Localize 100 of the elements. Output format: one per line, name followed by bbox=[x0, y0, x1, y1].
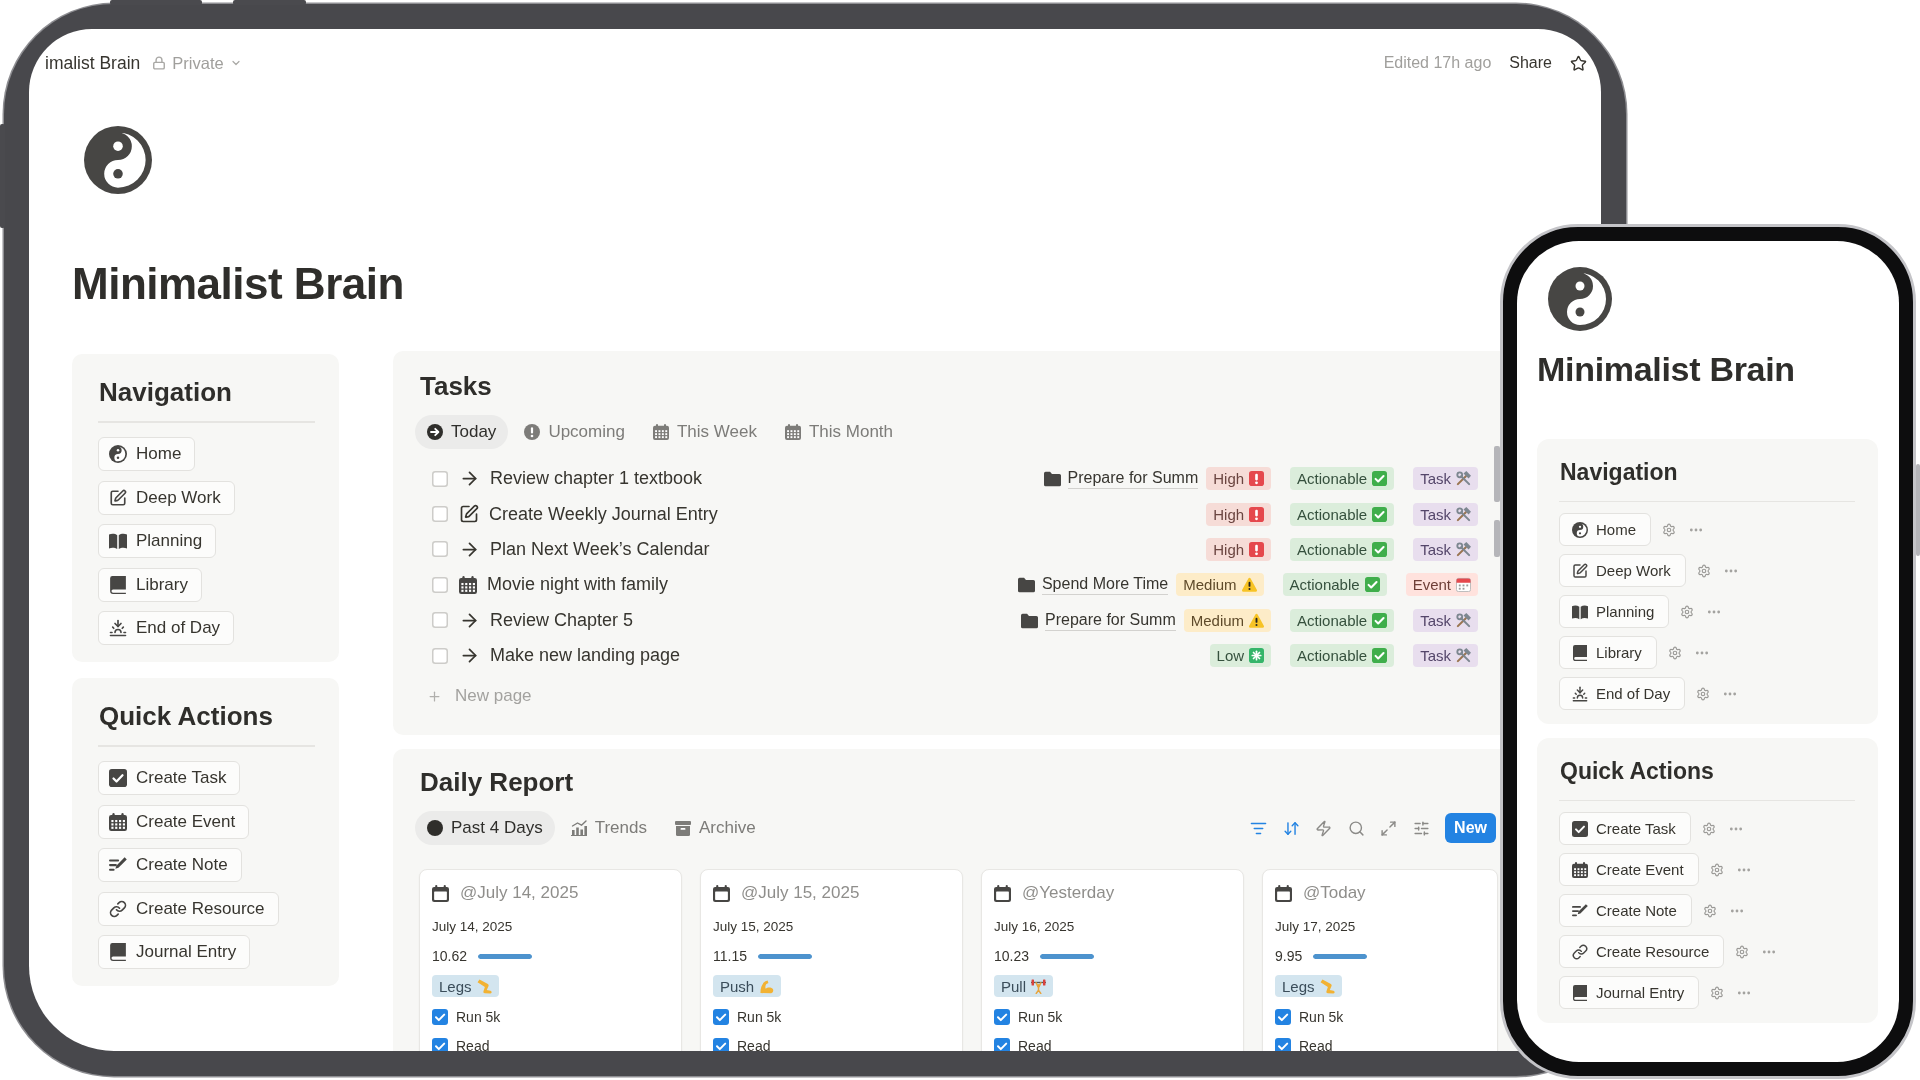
sort-icon[interactable] bbox=[1282, 819, 1300, 837]
checklist-label: Run 5k bbox=[1299, 1008, 1344, 1025]
lightning-icon[interactable] bbox=[1315, 819, 1333, 837]
task-title[interactable]: Plan Next Week’s Calendar bbox=[490, 538, 710, 560]
page-title: Minimalist Brain bbox=[1537, 349, 1795, 389]
settings-icon[interactable] bbox=[1696, 563, 1711, 578]
view-tab[interactable]: This Month bbox=[772, 415, 905, 449]
weightlifter-icon bbox=[1031, 978, 1046, 994]
shortcut-button[interactable]: Create Task bbox=[98, 761, 241, 795]
settings-icon[interactable] bbox=[1710, 985, 1725, 1000]
sliders-icon[interactable] bbox=[1412, 819, 1430, 837]
checkbox[interactable] bbox=[432, 576, 448, 593]
flexed-arm-icon bbox=[759, 978, 775, 994]
report-card[interactable]: @Yesterday July 16, 2025 10.23 Pull Run 5k Read bbox=[981, 869, 1244, 1051]
checkbox[interactable] bbox=[994, 1038, 1010, 1051]
tag-label: Legs bbox=[439, 977, 472, 995]
view-tab[interactable]: Today bbox=[415, 415, 509, 449]
checkbox[interactable] bbox=[432, 470, 448, 487]
settings-icon[interactable] bbox=[1701, 821, 1716, 836]
expand-icon[interactable] bbox=[1380, 819, 1398, 837]
checkbox[interactable] bbox=[432, 612, 448, 629]
alert-square-icon bbox=[1249, 471, 1265, 487]
open-book-icon bbox=[109, 532, 127, 550]
tag-label: Medium bbox=[1183, 576, 1237, 594]
settings-icon[interactable] bbox=[1696, 686, 1711, 701]
checkbox[interactable] bbox=[432, 1038, 448, 1051]
view-tab[interactable]: Upcoming bbox=[512, 415, 637, 449]
shortcut-button[interactable]: Journal Entry bbox=[1559, 976, 1700, 1009]
shortcut-button[interactable]: Home bbox=[1559, 513, 1651, 546]
checkbox[interactable] bbox=[432, 541, 448, 558]
new-button[interactable]: New bbox=[1445, 813, 1496, 844]
value-text: 11.15 bbox=[713, 948, 747, 965]
report-card[interactable]: @July 15, 2025 July 15, 2025 11.15 Push Run 5k Read bbox=[700, 869, 963, 1051]
settings-icon[interactable] bbox=[1680, 604, 1695, 619]
task-title[interactable]: Make new landing page bbox=[490, 645, 681, 667]
checkbox[interactable] bbox=[432, 647, 448, 664]
shortcut-button[interactable]: Home bbox=[98, 437, 196, 471]
checkbox[interactable] bbox=[432, 1008, 448, 1025]
checkbox[interactable] bbox=[1275, 1008, 1291, 1025]
shortcut-button[interactable]: Deep Work bbox=[1559, 554, 1686, 587]
checkbox[interactable] bbox=[1275, 1038, 1291, 1051]
shortcut-button[interactable]: Library bbox=[98, 567, 202, 602]
calendar-icon bbox=[784, 424, 801, 440]
tag-label: Task bbox=[1420, 540, 1451, 558]
project-link[interactable]: Prepare for Summ bbox=[1067, 468, 1199, 490]
card-title: @July 14, 2025 bbox=[460, 883, 579, 904]
task-title[interactable]: Review chapter 1 textbook bbox=[490, 468, 703, 490]
link-icon bbox=[1572, 943, 1588, 960]
edited-timestamp: Edited 17h ago bbox=[1383, 54, 1492, 72]
shortcut-button[interactable]: Planning bbox=[1559, 595, 1670, 628]
view-tab[interactable]: Past 4 Days bbox=[415, 811, 555, 846]
view-tab[interactable]: This Week bbox=[640, 415, 769, 449]
checkbox[interactable] bbox=[713, 1008, 729, 1025]
date-text: July 15, 2025 bbox=[713, 918, 794, 937]
view-tab[interactable]: Trends bbox=[558, 811, 659, 846]
share-button[interactable]: Share bbox=[1509, 54, 1552, 72]
shortcut-button[interactable]: Create Note bbox=[98, 848, 242, 882]
project-link[interactable]: Spend More Time bbox=[1041, 574, 1169, 596]
warning-icon bbox=[1249, 612, 1265, 628]
yin-yang-icon bbox=[1572, 521, 1588, 538]
project-link[interactable]: Prepare for Summ bbox=[1045, 609, 1176, 631]
check-square-icon bbox=[1372, 506, 1388, 522]
card-heading: Navigation bbox=[1559, 458, 1678, 487]
shortcut-button[interactable]: Journal Entry bbox=[98, 935, 251, 969]
shortcut-button[interactable]: Create Resource bbox=[1559, 935, 1725, 968]
shortcut-button[interactable]: End of Day bbox=[98, 611, 235, 645]
shortcut-button[interactable]: Create Event bbox=[98, 804, 250, 839]
checkbox[interactable] bbox=[432, 506, 448, 523]
settings-icon[interactable] bbox=[1709, 862, 1724, 877]
settings-icon[interactable] bbox=[1735, 944, 1750, 959]
shortcut-button[interactable]: Create Note bbox=[1559, 894, 1692, 927]
tag-label: High bbox=[1213, 540, 1245, 558]
shortcut-button[interactable]: Library bbox=[1559, 636, 1657, 669]
alert-square-icon bbox=[1249, 541, 1265, 557]
task-title[interactable]: Create Weekly Journal Entry bbox=[489, 503, 718, 525]
shortcut-button[interactable]: Create Event bbox=[1559, 853, 1699, 886]
settings-icon[interactable] bbox=[1702, 903, 1717, 918]
checkbox[interactable] bbox=[994, 1008, 1010, 1025]
page-breadcrumb[interactable]: imalist Brain bbox=[45, 53, 141, 73]
checklist-label: Run 5k bbox=[1018, 1008, 1063, 1025]
shortcut-button[interactable]: Planning bbox=[98, 524, 217, 558]
task-title[interactable]: Review Chapter 5 bbox=[490, 609, 634, 631]
value-text: 10.23 bbox=[994, 948, 1030, 965]
report-card[interactable]: @Today July 17, 2025 9.95 Legs Run 5k Read bbox=[1262, 869, 1498, 1051]
settings-icon[interactable] bbox=[1662, 522, 1676, 537]
checkbox[interactable] bbox=[713, 1038, 729, 1051]
checklist-label: Read bbox=[1018, 1038, 1052, 1051]
view-tab[interactable]: Archive bbox=[662, 811, 768, 846]
favorite-star-icon[interactable] bbox=[1570, 54, 1587, 72]
report-card[interactable]: @July 14, 2025 July 14, 2025 10.62 Legs Run 5k Read bbox=[419, 869, 682, 1051]
tag-label: Actionable bbox=[1297, 540, 1368, 558]
shortcut-button[interactable]: Create Task bbox=[1559, 812, 1691, 845]
tools-icon bbox=[1456, 612, 1471, 628]
calendar-icon bbox=[652, 424, 669, 440]
shortcut-button[interactable]: End of Day bbox=[1559, 677, 1686, 710]
search-icon[interactable] bbox=[1347, 819, 1365, 837]
task-title[interactable]: Movie night with family bbox=[487, 574, 669, 596]
shortcut-button[interactable]: Deep Work bbox=[98, 480, 235, 515]
shortcut-button[interactable]: Create Resource bbox=[98, 891, 279, 926]
settings-icon[interactable] bbox=[1667, 645, 1682, 660]
